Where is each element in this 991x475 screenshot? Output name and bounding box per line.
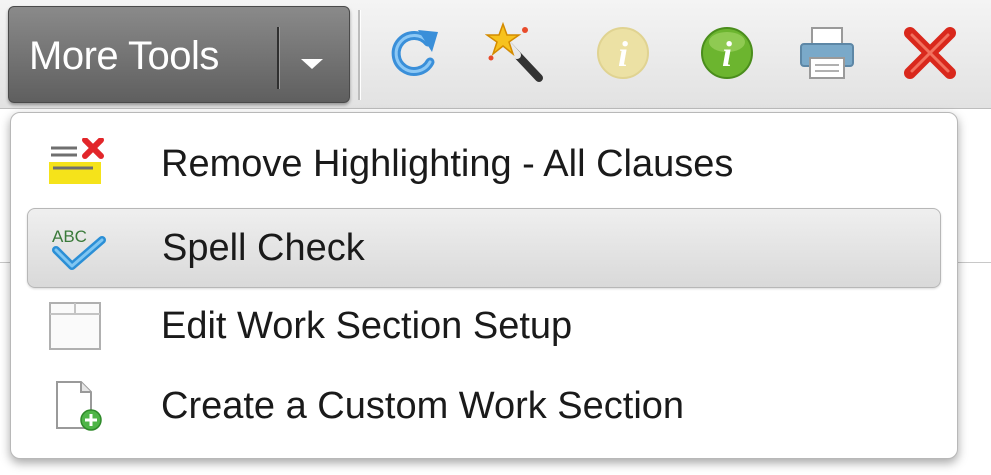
toolbar: More Tools i i (0, 0, 991, 109)
info-icon[interactable]: i (593, 22, 653, 84)
svg-text:i: i (618, 34, 628, 74)
svg-text:ABC: ABC (52, 227, 87, 246)
magic-wand-icon[interactable] (485, 22, 545, 84)
svg-text:i: i (722, 34, 732, 74)
menu-item-label: Edit Work Section Setup (161, 305, 573, 347)
chevron-down-icon[interactable] (301, 59, 323, 69)
remove-highlighting-icon (47, 138, 105, 190)
split-divider (277, 27, 279, 89)
more-tools-label: More Tools (29, 34, 219, 78)
new-document-icon (47, 380, 105, 432)
info-icon[interactable]: i (697, 22, 757, 84)
more-tools-button[interactable]: More Tools (8, 6, 350, 103)
edit-section-icon (47, 300, 105, 352)
menu-item-label: Spell Check (162, 227, 365, 269)
spell-check-icon: ABC (48, 222, 106, 274)
close-icon[interactable] (900, 22, 960, 84)
menu-item-remove-highlighting[interactable]: Remove Highlighting - All Clauses (27, 125, 939, 203)
more-tools-menu: Remove Highlighting - All Clauses ABC Sp… (10, 112, 958, 459)
menu-item-label: Remove Highlighting - All Clauses (161, 143, 734, 185)
print-icon[interactable] (797, 22, 857, 84)
toolbar-divider (358, 10, 360, 100)
menu-item-spell-check[interactable]: ABC Spell Check (27, 208, 941, 288)
menu-item-label: Create a Custom Work Section (161, 385, 685, 427)
refresh-icon[interactable] (384, 22, 444, 84)
menu-item-edit-work-section-setup[interactable]: Edit Work Section Setup (27, 287, 939, 365)
menu-item-create-custom-work-section[interactable]: Create a Custom Work Section (27, 367, 939, 445)
